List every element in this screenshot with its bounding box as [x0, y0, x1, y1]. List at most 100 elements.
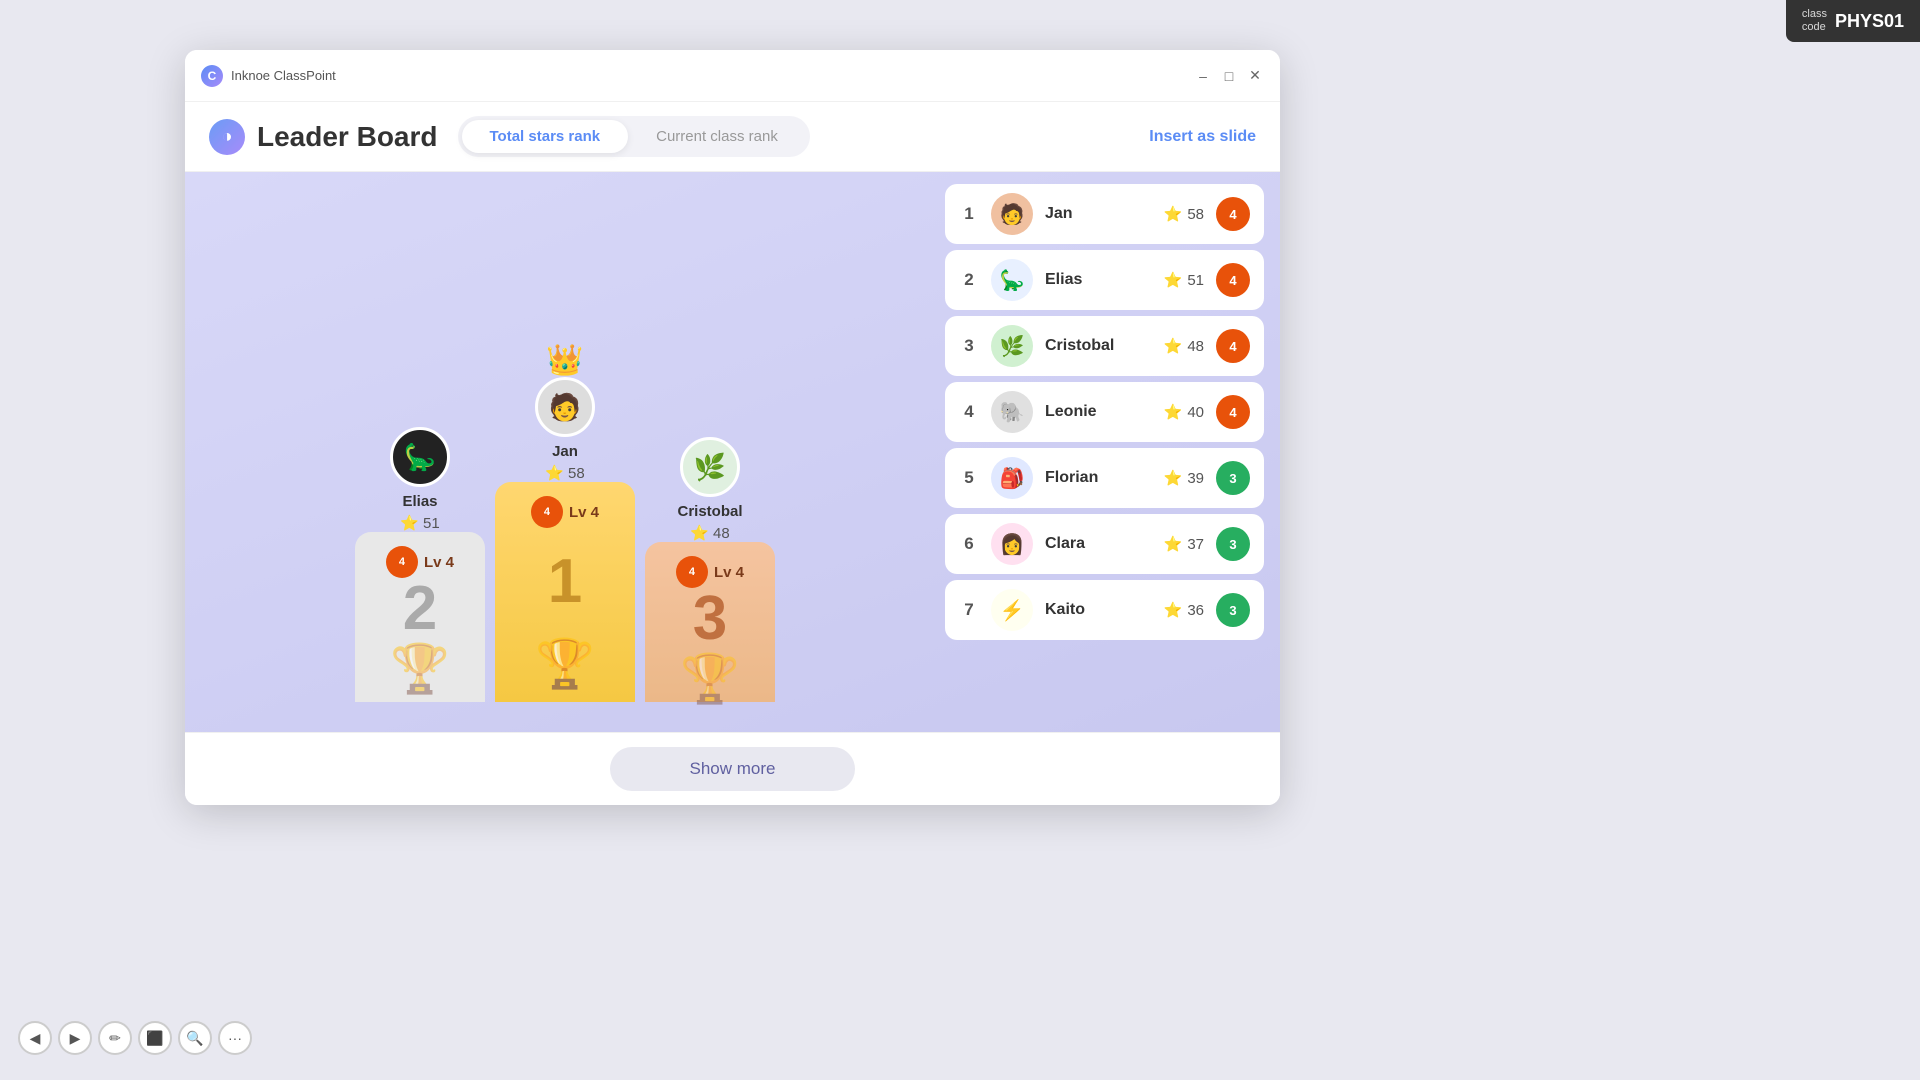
person-stars-jan: ⭐ 58 — [545, 464, 584, 482]
avatar-wrapper-elias: 🦕 — [390, 427, 450, 487]
lb-avatar-cristobal: 🌿 — [991, 325, 1033, 367]
podium-section: 🦕 Elias ⭐ 51 4 Lv 4 2 — [185, 172, 945, 732]
close-button[interactable]: ✕ — [1246, 67, 1264, 85]
main-content: 🦕 Elias ⭐ 51 4 Lv 4 2 — [185, 172, 1280, 732]
lb-rank-7: 7 — [959, 600, 979, 620]
more-button[interactable]: ··· — [218, 1021, 252, 1055]
title-bar-controls: – □ ✕ — [1194, 67, 1264, 85]
lb-stars-kaito: ⭐ 36 — [1164, 601, 1204, 619]
person-stars-cristobal: ⭐ 48 — [690, 524, 729, 542]
page-title: Leader Board — [257, 121, 438, 153]
lb-stars-clara: ⭐ 37 — [1164, 535, 1204, 553]
lb-name-kaito: Kaito — [1045, 601, 1152, 619]
leaderboard-list: 1 🧑 Jan ⭐ 58 4 2 🦕 Elias ⭐ 51 4 3 🌿 Cris… — [945, 172, 1280, 732]
maximize-button[interactable]: □ — [1220, 67, 1238, 85]
podium-stage: 🦕 Elias ⭐ 51 4 Lv 4 2 — [355, 377, 775, 702]
lb-rank-1: 1 — [959, 204, 979, 224]
insert-slide-button[interactable]: Insert as slide — [1149, 128, 1256, 146]
bottom-bar: Show more — [185, 732, 1280, 805]
person-name-elias: Elias — [402, 493, 437, 510]
trophy-2nd: 🏆 — [390, 640, 450, 697]
lb-level-elias: 4 — [1216, 263, 1250, 297]
podium-person-3rd: 🌿 Cristobal ⭐ 48 4 Lv 4 3 — [645, 437, 775, 702]
class-code-badge: classcode PHYS01 — [1786, 0, 1920, 42]
podium-person-1st: 👑 🧑 Jan ⭐ 58 4 Lv 4 — [495, 377, 635, 702]
podium-block-2nd: 4 Lv 4 2 🏆 — [355, 532, 485, 702]
list-item: 4 🐘 Leonie ⭐ 40 4 — [945, 382, 1264, 442]
list-item: 1 🧑 Jan ⭐ 58 4 — [945, 184, 1264, 244]
lb-stars-florian: ⭐ 39 — [1164, 469, 1204, 487]
title-bar: C Inknoe ClassPoint – □ ✕ — [185, 50, 1280, 102]
lb-rank-5: 5 — [959, 468, 979, 488]
lb-name-florian: Florian — [1045, 469, 1152, 487]
class-code-value: PHYS01 — [1835, 11, 1904, 32]
search-button[interactable]: 🔍 — [178, 1021, 212, 1055]
lb-name-elias: Elias — [1045, 271, 1152, 289]
header-logo: ◑ — [209, 119, 245, 155]
lv-text-cristobal: Lv 4 — [714, 564, 744, 581]
trophy-3rd: 🏆 — [680, 650, 740, 707]
star-icon: ⭐ — [1164, 469, 1183, 487]
avatar-cristobal: 🌿 — [680, 437, 740, 497]
star-count-elias: 51 — [423, 515, 440, 532]
podium-block-content-2: 4 Lv 4 2 🏆 — [386, 546, 454, 692]
app-name: Inknoe ClassPoint — [231, 68, 336, 83]
lb-name-jan: Jan — [1045, 205, 1152, 223]
level-badge-jan: 4 Lv 4 — [531, 496, 599, 528]
trophy-1st: 🏆 — [535, 635, 595, 692]
list-item: 3 🌿 Cristobal ⭐ 48 4 — [945, 316, 1264, 376]
podium-block-3rd: 4 Lv 4 3 🏆 — [645, 542, 775, 702]
lb-level-florian: 3 — [1216, 461, 1250, 495]
bottom-toolbar: ◀ ▶ ✏ ⬛ 🔍 ··· — [18, 1021, 252, 1055]
lb-avatar-florian: 🎒 — [991, 457, 1033, 499]
podium-block-content-3: 4 Lv 4 3 🏆 — [676, 556, 744, 692]
screen-button[interactable]: ⬛ — [138, 1021, 172, 1055]
person-name-cristobal: Cristobal — [677, 503, 742, 520]
header: ◑ Leader Board Total stars rank Current … — [185, 102, 1280, 172]
header-title: ◑ Leader Board — [209, 119, 438, 155]
lb-rank-3: 3 — [959, 336, 979, 356]
lb-level-leonie: 4 — [1216, 395, 1250, 429]
minimize-button[interactable]: – — [1194, 67, 1212, 85]
lb-star-count: 40 — [1187, 404, 1204, 421]
podium-person-2nd: 🦕 Elias ⭐ 51 4 Lv 4 2 — [355, 427, 485, 702]
tab-group: Total stars rank Current class rank — [458, 116, 810, 157]
list-item: 6 👩 Clara ⭐ 37 3 — [945, 514, 1264, 574]
podium-block-content-1: 4 Lv 4 1 🏆 — [531, 496, 599, 692]
star-icon: ⭐ — [1164, 601, 1183, 619]
lb-star-count: 58 — [1187, 206, 1204, 223]
lb-level-clara: 3 — [1216, 527, 1250, 561]
star-icon: ⭐ — [1164, 535, 1183, 553]
play-button[interactable]: ▶ — [58, 1021, 92, 1055]
avatar-elias: 🦕 — [390, 427, 450, 487]
tab-total-stars[interactable]: Total stars rank — [462, 120, 629, 153]
lv-text-elias: Lv 4 — [424, 554, 454, 571]
lb-level-jan: 4 — [1216, 197, 1250, 231]
lb-rank-4: 4 — [959, 402, 979, 422]
lb-rank-2: 2 — [959, 270, 979, 290]
back-button[interactable]: ◀ — [18, 1021, 52, 1055]
podium-rank-3rd: 3 — [693, 588, 727, 650]
list-item: 5 🎒 Florian ⭐ 39 3 — [945, 448, 1264, 508]
lb-avatar-jan: 🧑 — [991, 193, 1033, 235]
star-icon: ⭐ — [1164, 271, 1183, 289]
lb-rank-6: 6 — [959, 534, 979, 554]
avatar-wrapper-cristobal: 🌿 — [680, 437, 740, 497]
tab-current-class[interactable]: Current class rank — [628, 120, 806, 153]
lb-star-count: 37 — [1187, 536, 1204, 553]
lb-stars-elias: ⭐ 51 — [1164, 271, 1204, 289]
star-count-jan: 58 — [568, 465, 585, 482]
lb-star-count: 36 — [1187, 602, 1204, 619]
star-count-cristobal: 48 — [713, 525, 730, 542]
app-icon: C — [201, 65, 223, 87]
star-icon-jan: ⭐ — [545, 464, 564, 482]
main-window: C Inknoe ClassPoint – □ ✕ ◑ Leader Board… — [185, 50, 1280, 805]
show-more-button[interactable]: Show more — [610, 747, 856, 791]
class-label: classcode — [1802, 8, 1827, 34]
star-icon: ⭐ — [1164, 205, 1183, 223]
star-icon-elias: ⭐ — [400, 514, 419, 532]
podium-rank-1st: 1 — [548, 551, 582, 613]
lb-name-cristobal: Cristobal — [1045, 337, 1152, 355]
pen-button[interactable]: ✏ — [98, 1021, 132, 1055]
lv-text-jan: Lv 4 — [569, 504, 599, 521]
